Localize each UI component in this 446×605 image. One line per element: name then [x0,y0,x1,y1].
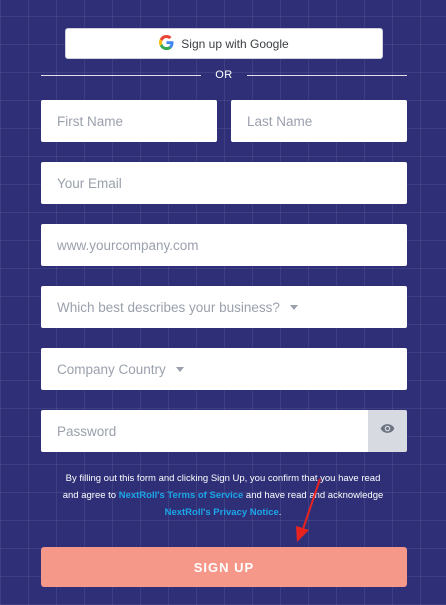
chevron-down-icon [289,304,298,310]
signup-button[interactable]: SIGN UP [41,547,407,587]
google-icon [159,34,174,53]
google-button-label: Sign up with Google [181,36,289,51]
website-placeholder: www.yourcompany.com [57,237,199,253]
eye-icon [380,421,395,441]
terms-of-service-link[interactable]: NextRoll's Terms of Service [119,490,244,501]
google-signup-button[interactable]: Sign up with Google [65,28,383,59]
last-name-placeholder: Last Name [247,113,313,129]
privacy-notice-link[interactable]: NextRoll's Privacy Notice [165,507,279,518]
chevron-down-icon [175,366,184,372]
business-type-select[interactable]: Which best describes your business? [41,286,407,328]
first-name-placeholder: First Name [57,113,124,129]
or-divider: OR [41,68,407,82]
signup-button-label: SIGN UP [193,559,255,575]
company-country-select[interactable]: Company Country [41,348,407,390]
legal-text-2: and have read and acknowledge [243,490,384,501]
email-field[interactable]: Your Email [41,162,407,204]
last-name-field[interactable]: Last Name [231,100,407,142]
show-password-button[interactable] [368,410,407,452]
business-type-label: Which best describes your business? [57,299,280,315]
legal-text-3: . [278,507,282,518]
first-name-field[interactable]: First Name [41,100,217,142]
legal-notice: By filling out this form and clicking Si… [60,470,386,521]
password-field[interactable]: Password [41,410,368,452]
company-country-label: Company Country [57,361,166,377]
website-field[interactable]: www.yourcompany.com [41,224,407,266]
divider-line-right [247,75,407,76]
email-placeholder: Your Email [57,175,122,191]
password-placeholder: Password [57,423,117,439]
